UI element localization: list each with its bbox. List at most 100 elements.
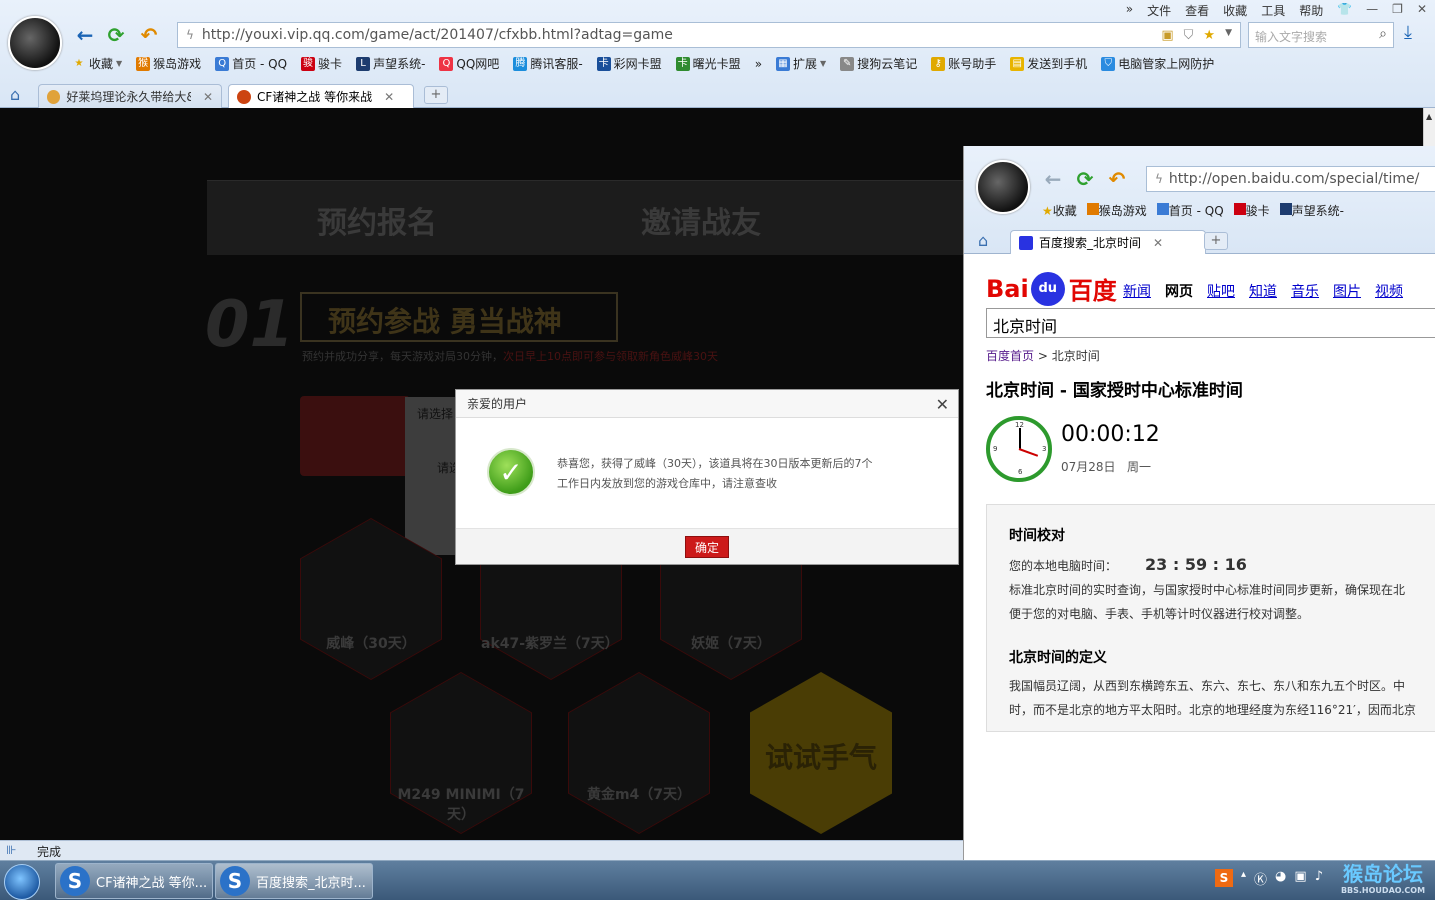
tab-close-icon[interactable]: ✕ <box>203 90 213 104</box>
home-icon[interactable]: ⌂ <box>10 85 20 104</box>
info-line: 时，而不是北京的地方平太阳时。北京的地理经度为东经116°21′，因而北京 <box>1009 703 1416 717</box>
star-icon[interactable]: ★ <box>1203 28 1215 43</box>
home-icon[interactable]: ⌂ <box>978 231 988 250</box>
skin-icon[interactable]: 👕 <box>1337 2 1352 19</box>
undo-icon[interactable]: ↶ <box>136 22 162 48</box>
bookmark-tencent-service[interactable]: 腾腾讯客服- <box>513 55 583 72</box>
tab-close-icon[interactable]: ✕ <box>1153 236 1163 250</box>
page-title[interactable]: 北京时间 - 国家授时中心标准时间 <box>986 376 1243 401</box>
taskbar-item-baidu[interactable]: S 百度搜索_北京时... <box>215 863 373 899</box>
tab-favicon <box>47 89 61 104</box>
item-gold-m4[interactable] <box>569 673 709 833</box>
address-bar[interactable]: ϟ http://youxi.vip.qq.com/game/act/20140… <box>177 22 1241 48</box>
download-icon[interactable]: ⤓ <box>1404 22 1412 43</box>
shield-icon[interactable]: ⛉ <box>1184 28 1194 43</box>
new-tab-button[interactable]: + <box>424 86 448 104</box>
bookmark-favorites[interactable]: ★ 收藏 ▼ <box>72 55 123 72</box>
analog-clock-icon: 12 3 6 9 <box>986 416 1052 482</box>
dialog-title: 亲爱的用户 <box>456 390 958 418</box>
bookmark-qq-home[interactable]: 首页 - QQ <box>1156 202 1224 219</box>
bookmark-caiwang[interactable]: 卡彩网卡盟 <box>596 55 662 72</box>
close-icon[interactable]: ✕ <box>936 395 949 414</box>
tab-invite[interactable]: 邀请战友 <box>641 198 761 242</box>
qq-penguin-icon[interactable]: ◕ <box>1275 869 1286 888</box>
scroll-up-icon[interactable]: ▲ <box>1426 112 1432 121</box>
bookmark-qq-home[interactable]: Q 首页 - QQ <box>215 55 287 72</box>
nav-video[interactable]: 视频 <box>1375 281 1403 301</box>
nav-zhidao[interactable]: 知道 <box>1249 281 1277 301</box>
reserve-button[interactable] <box>300 396 410 476</box>
tab-reserve[interactable]: 预约报名 <box>317 198 437 242</box>
k-icon[interactable]: Ⓚ <box>1254 869 1267 888</box>
confirm-button[interactable]: 确定 <box>685 536 729 558</box>
taskbar-item-cf[interactable]: S CF诸神之战 等你... <box>55 863 213 899</box>
volume-icon[interactable]: ♪ <box>1315 869 1323 888</box>
search-input[interactable]: 输入文字搜索 ⌕ <box>1248 22 1394 48</box>
bookmark-extensions[interactable]: ▦ 扩展 ▼ <box>776 55 826 72</box>
tab-baidu-time[interactable]: 百度搜索_北京时间 ✕ <box>1010 230 1206 254</box>
menu-help[interactable]: 帮助 <box>1299 2 1323 19</box>
chevron-down-icon[interactable]: ▼ <box>1225 28 1232 43</box>
address-bar[interactable]: ϟ http://open.baidu.com/special/time/ <box>1146 166 1435 192</box>
nav-music[interactable]: 音乐 <box>1291 281 1319 301</box>
address-url[interactable]: http://youxi.vip.qq.com/game/act/201407/… <box>202 27 1161 43</box>
bookmark-qq-netbar[interactable]: Q QQ网吧 <box>439 55 499 72</box>
refresh-icon[interactable]: ⟳ <box>103 22 129 48</box>
subtext: 预约并成功分享，每天游戏对局30分钟，次日早上10点即可参与领取新角色威峰30天 <box>302 350 718 363</box>
close-icon[interactable]: ✕ <box>1417 2 1427 19</box>
baidu-search-input[interactable]: 北京时间 <box>986 308 1435 338</box>
user-avatar[interactable] <box>976 160 1030 214</box>
bookmark-reputation[interactable]: 声望系统- <box>1279 202 1344 219</box>
bookmark-houdao[interactable]: 猴岛游戏 <box>1086 202 1147 219</box>
bookmark-sogou-notes[interactable]: ✎ 搜狗云笔记 <box>840 55 917 72</box>
status-icon[interactable]: ⊪ <box>6 843 16 857</box>
nav-news[interactable]: 新闻 <box>1123 281 1151 301</box>
breadcrumb-home[interactable]: 百度首页 <box>986 349 1034 363</box>
nav-tieba[interactable]: 贴吧 <box>1207 281 1235 301</box>
show-hidden-icon[interactable]: ▴ <box>1241 869 1246 888</box>
bookmarks-bar: ★ 收藏 ▼ 猴猴岛游戏 Q 首页 - QQ 骏骏卡 L 声望系统- Q QQ网吧 腾腾讯… <box>72 55 1214 72</box>
restore-icon[interactable]: ❐ <box>1392 2 1403 19</box>
undo-icon[interactable]: ↶ <box>1104 166 1130 192</box>
back-icon[interactable]: ← <box>72 22 98 48</box>
menu-view[interactable]: 查看 <box>1185 2 1209 19</box>
bookmark-shuguang[interactable]: 卡曙光卡盟 <box>675 55 741 72</box>
bookmark-junka[interactable]: 骏卡 <box>1233 202 1270 219</box>
bookmark-account-helper[interactable]: ⚷ 账号助手 <box>931 55 996 72</box>
info-line: 标准北京时间的实时查询，与国家授时中心标准时间同步更新，确保现在北 <box>1009 583 1406 597</box>
user-avatar[interactable] <box>8 16 62 70</box>
nav-web[interactable]: 网页 <box>1165 281 1193 301</box>
bookmark-reputation[interactable]: L 声望系统- <box>356 55 425 72</box>
menu-favorites[interactable]: 收藏 <box>1223 2 1247 19</box>
back-icon[interactable]: ← <box>1040 166 1066 192</box>
bookmarks-bar: ★收藏 猴岛游戏 首页 - QQ 骏卡 声望系统- <box>1042 202 1344 219</box>
menu-file[interactable]: 文件 <box>1147 2 1171 19</box>
refresh-icon[interactable]: ⟳ <box>1072 166 1098 192</box>
tab-cf-event[interactable]: CF诸神之战 等你来战 ✕ <box>228 84 414 108</box>
sogou-input-icon[interactable]: S <box>1215 869 1233 887</box>
bookmark-favorites[interactable]: ★收藏 <box>1042 202 1077 219</box>
lock-icon[interactable]: ▣ <box>1161 28 1173 43</box>
network-icon[interactable]: ▣ <box>1294 869 1306 888</box>
bookmark-send-to-phone[interactable]: ▤ 发送到手机 <box>1010 55 1087 72</box>
tab-strip: ⌂ 百度搜索_北京时间 ✕ + <box>964 228 1435 254</box>
nav-images[interactable]: 图片 <box>1333 281 1361 301</box>
search-icon[interactable]: ⌕ <box>1379 26 1387 42</box>
menu-more[interactable]: » <box>1126 2 1133 19</box>
bookmarks-more[interactable]: » <box>755 55 762 72</box>
bookmark-pc-manager[interactable]: ⛉ 电脑管家上网防护 <box>1101 55 1214 72</box>
tab-close-icon[interactable]: ✕ <box>384 90 394 104</box>
address-url[interactable]: http://open.baidu.com/special/time/ <box>1169 171 1419 187</box>
item-label: M249 MINIMI（7天） <box>397 787 525 823</box>
tab-hollywood[interactable]: 好莱坞理论永久带给大& ✕ <box>38 84 222 108</box>
time-info-box: 时间校对 您的本地电脑时间： 23 : 59 : 16 标准北京时间的实时查询，与… <box>986 504 1435 732</box>
bookmark-junka[interactable]: 骏骏卡 <box>301 55 342 72</box>
baidu-logo[interactable]: Bai du 百度 <box>986 271 1117 306</box>
menu-tools[interactable]: 工具 <box>1261 2 1285 19</box>
baidu-paw-icon: du <box>1030 271 1065 306</box>
minimize-icon[interactable]: — <box>1366 2 1378 19</box>
bookmark-houdao[interactable]: 猴猴岛游戏 <box>136 55 201 72</box>
new-tab-button[interactable]: + <box>1204 232 1228 250</box>
info-line: 我国幅员辽阔，从西到东横跨东五、东六、东七、东八和东九五个时区。中 <box>1009 679 1406 693</box>
start-button[interactable] <box>4 864 40 900</box>
